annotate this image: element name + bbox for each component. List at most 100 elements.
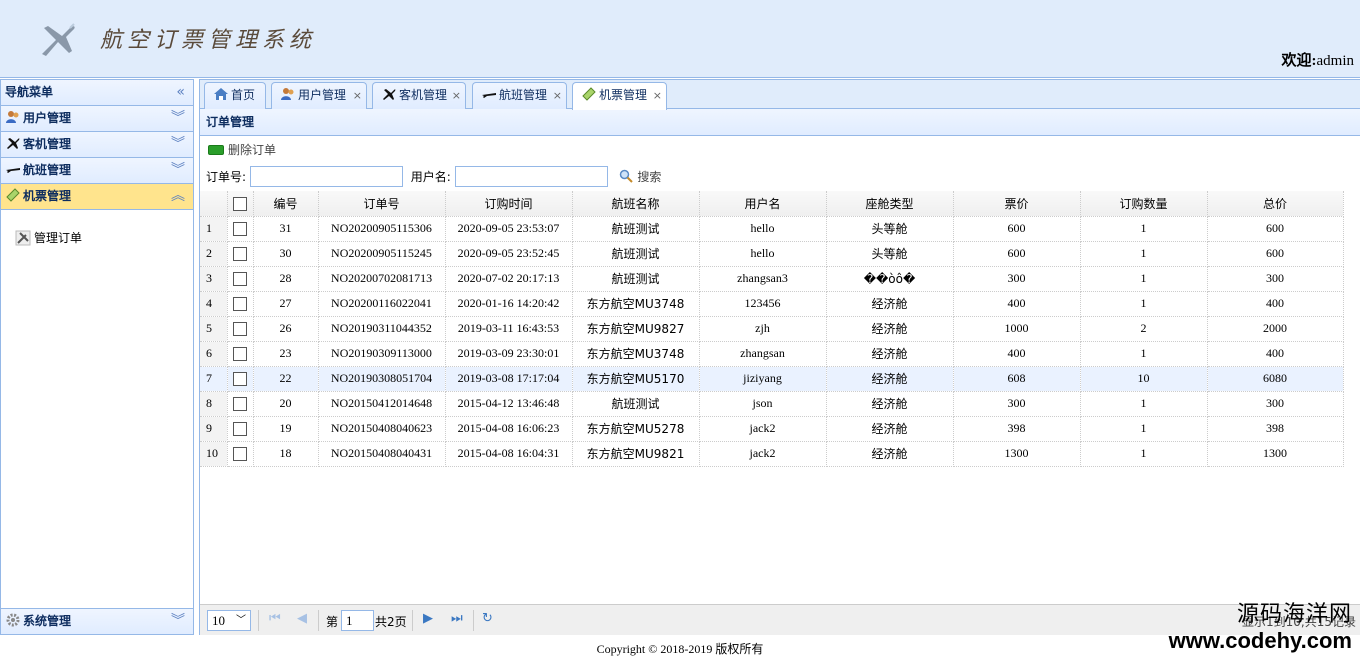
table-cell: 经济舱: [826, 291, 954, 317]
table-cell: 600: [1207, 241, 1344, 267]
refresh-icon[interactable]: ↻: [482, 611, 493, 626]
airplane-logo-icon: [42, 23, 75, 56]
page-size-select[interactable]: 10 ﹀: [207, 610, 251, 631]
watermark: 源码海洋网 www.codehy.com: [1169, 596, 1352, 654]
tab-tickets[interactable]: 机票管理 ×: [572, 82, 667, 110]
tab-home[interactable]: 首页: [204, 82, 266, 109]
next-page-icon[interactable]: ▶: [423, 611, 433, 626]
expand-icon[interactable]: ︾: [171, 158, 185, 183]
table-cell: 6080: [1207, 366, 1344, 392]
table-row[interactable]: 6 23 NO20190309113000 2019-03-09 23:30:01 东方…: [200, 341, 1344, 367]
table-row[interactable]: 7 22 NO20190308051704 2019-03-08 17:17:04 东方…: [200, 366, 1344, 392]
table-cell: NO20200905115306: [318, 216, 446, 242]
row-checkbox[interactable]: [227, 291, 254, 317]
table-row[interactable]: 4 27 NO20200116022041 2020-01-16 14:20:42 东方…: [200, 291, 1344, 317]
close-icon[interactable]: ×: [353, 83, 362, 108]
column-header[interactable]: 订购时间: [445, 191, 573, 217]
column-header[interactable]: 订单号: [318, 191, 446, 217]
table-cell: NO20150412014648: [318, 391, 446, 417]
row-checkbox[interactable]: [227, 341, 254, 367]
column-header[interactable]: 订购数量: [1080, 191, 1208, 217]
welcome-label: 欢迎:: [1281, 53, 1317, 69]
table-cell: 1: [1080, 441, 1208, 467]
table-cell: 1: [1080, 416, 1208, 442]
table-cell: 航班测试: [572, 216, 700, 242]
close-icon[interactable]: ×: [452, 83, 461, 108]
close-icon[interactable]: ×: [553, 83, 562, 108]
expand-icon[interactable]: ︾: [171, 106, 185, 131]
nav-section-tickets[interactable]: 机票管理 ︽: [1, 184, 193, 210]
table-cell: zhangsan3: [699, 266, 827, 292]
table-cell: 2015-04-08 16:06:23: [445, 416, 573, 442]
close-icon[interactable]: ×: [653, 83, 662, 108]
row-checkbox[interactable]: [227, 416, 254, 442]
nav-section-flights[interactable]: 航班管理 ︾: [1, 158, 193, 184]
nav-title: 导航菜单 «: [1, 80, 193, 106]
column-header[interactable]: 总价: [1207, 191, 1344, 217]
nav-section-users[interactable]: 用户管理 ︾: [1, 106, 193, 132]
last-page-icon[interactable]: ⏭: [451, 611, 463, 626]
row-checkbox[interactable]: [227, 366, 254, 392]
column-header[interactable]: 座舱类型: [826, 191, 954, 217]
column-header[interactable]: 编号: [253, 191, 319, 217]
table-row[interactable]: 8 20 NO20150412014648 2015-04-12 13:46:48 航班…: [200, 391, 1344, 417]
table-row[interactable]: 2 30 NO20200905115245 2020-09-05 23:52:45 航班…: [200, 241, 1344, 267]
nav-section-label: 用户管理: [23, 111, 72, 125]
table-cell: 300: [1207, 266, 1344, 292]
table-row[interactable]: 10 18 NO20150408040431 2015-04-08 16:04:31 东…: [200, 441, 1344, 467]
nav-section-aircraft[interactable]: 客机管理 ︾: [1, 132, 193, 158]
collapse-icon[interactable]: ︽: [171, 184, 185, 209]
pager-divider: [318, 610, 319, 631]
table-cell: 2000: [1207, 316, 1344, 342]
pager-divider: [473, 610, 474, 631]
table-row[interactable]: 3 28 NO20200702081713 2020-07-02 20:17:13 航班…: [200, 266, 1344, 292]
row-checkbox[interactable]: [227, 241, 254, 267]
row-checkbox[interactable]: [227, 216, 254, 242]
row-number: 8: [200, 391, 228, 417]
column-header[interactable]: 航班名称: [572, 191, 700, 217]
column-header[interactable]: 用户名: [699, 191, 827, 217]
table-cell: 东方航空MU5170: [572, 366, 700, 392]
tab-aircraft[interactable]: 客机管理 ×: [372, 82, 466, 109]
tab-users[interactable]: 用户管理 ×: [271, 82, 367, 109]
search-button[interactable]: 搜索: [619, 168, 661, 185]
delete-order-button[interactable]: 删除订单: [208, 141, 276, 158]
table-cell: 经济舱: [826, 316, 954, 342]
nav-section-label: 客机管理: [23, 137, 72, 151]
page-number-input[interactable]: 1: [341, 610, 374, 631]
table-cell: 400: [953, 341, 1081, 367]
column-header[interactable]: 票价: [953, 191, 1081, 217]
table-cell: 1: [1080, 341, 1208, 367]
table-cell: NO20190311044352: [318, 316, 446, 342]
row-checkbox[interactable]: [227, 266, 254, 292]
first-page-icon[interactable]: ⏮: [269, 611, 281, 626]
expand-icon[interactable]: ︾: [171, 609, 185, 634]
collapse-left-icon[interactable]: «: [176, 80, 185, 105]
select-all-checkbox[interactable]: [227, 191, 254, 217]
table-cell: 400: [953, 291, 1081, 317]
flight-icon: [482, 93, 496, 98]
tab-flights[interactable]: 航班管理 ×: [472, 82, 567, 109]
username-input[interactable]: [454, 166, 608, 187]
prev-page-icon[interactable]: ◀: [297, 611, 307, 626]
row-checkbox[interactable]: [227, 391, 254, 417]
table-row[interactable]: 5 26 NO20190311044352 2019-03-11 16:43:53 东方…: [200, 316, 1344, 342]
table-cell: jack2: [699, 441, 827, 467]
table-cell: 398: [953, 416, 1081, 442]
table-cell: 1: [1080, 266, 1208, 292]
gear-icon: [6, 613, 20, 627]
expand-icon[interactable]: ︾: [171, 132, 185, 157]
nav-item-manage-orders[interactable]: 管理订单: [15, 229, 82, 246]
nav-section-system[interactable]: 系统管理 ︾: [1, 608, 193, 634]
tools-icon: [15, 230, 31, 246]
row-checkbox[interactable]: [227, 316, 254, 342]
table-cell: 2015-04-08 16:04:31: [445, 441, 573, 467]
table-cell: hello: [699, 216, 827, 242]
table-cell: 2020-07-02 20:17:13: [445, 266, 573, 292]
table-cell: 26: [253, 316, 319, 342]
table-row[interactable]: 1 31 NO20200905115306 2020-09-05 23:53:07 航班…: [200, 216, 1344, 242]
row-checkbox[interactable]: [227, 441, 254, 467]
table-row[interactable]: 9 19 NO20150408040623 2015-04-08 16:06:23 东方…: [200, 416, 1344, 442]
order-no-input[interactable]: [249, 166, 403, 187]
table-cell: 1: [1080, 291, 1208, 317]
